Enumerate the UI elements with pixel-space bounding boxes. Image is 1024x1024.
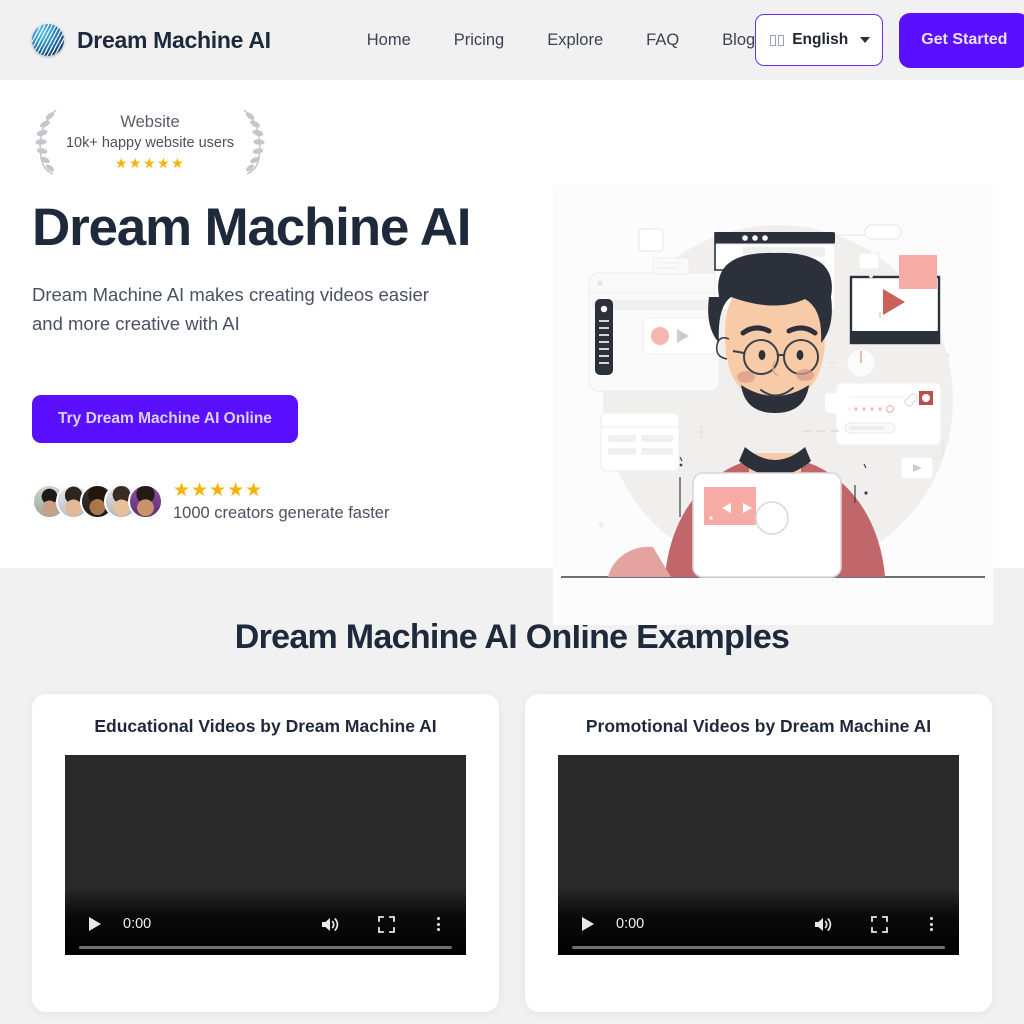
video-time: 0:00: [123, 916, 152, 932]
chevron-down-icon: [860, 37, 871, 43]
video-progress-bar[interactable]: [79, 945, 452, 949]
examples-card-grid: Educational Videos by Dream Machine AI 0…: [32, 694, 992, 1012]
video-player-promotional[interactable]: 0:00: [558, 755, 959, 955]
fullscreen-icon[interactable]: [871, 915, 888, 933]
play-icon[interactable]: [572, 917, 594, 931]
hero-section: Website 10k+ happy website users ★★★★★ D…: [0, 80, 1024, 625]
page-title: Dream Machine AI: [32, 198, 472, 257]
site-header: Dream Machine AI Home Pricing Explore FA…: [0, 0, 1024, 80]
social-proof: ★★★★★ 1000 creators generate faster: [32, 481, 552, 523]
example-card-educational: Educational Videos by Dream Machine AI 0…: [32, 694, 499, 1012]
volume-icon[interactable]: [813, 916, 833, 933]
nav-item-blog[interactable]: Blog: [722, 31, 755, 50]
try-online-button[interactable]: Try Dream Machine AI Online: [32, 394, 298, 443]
nav-item-faq[interactable]: FAQ: [646, 31, 679, 50]
example-card-promotional: Promotional Videos by Dream Machine AI 0…: [525, 694, 992, 1012]
avatar: [128, 484, 163, 520]
award-subtitle: 10k+ happy website users: [65, 135, 235, 152]
card-title: Promotional Videos by Dream Machine AI: [585, 716, 932, 736]
brand-logo[interactable]: Dream Machine AI: [32, 24, 271, 56]
video-controls-right: [320, 915, 452, 933]
video-controls: 0:00: [558, 909, 959, 939]
fullscreen-icon[interactable]: [378, 915, 395, 933]
social-proof-text: ★★★★★ 1000 creators generate faster: [173, 481, 389, 523]
video-progress-bar[interactable]: [572, 945, 945, 949]
video-controls-right: [813, 915, 945, 933]
examples-section: Dream Machine AI Online Examples Educati…: [0, 568, 1024, 1024]
play-icon[interactable]: [79, 917, 101, 931]
avatar-group: [32, 484, 163, 520]
dream-machine-sphere-logo-icon: [32, 24, 64, 56]
laurel-wreath-left-icon: [35, 109, 57, 175]
card-title: Educational Videos by Dream Machine AI: [94, 716, 437, 736]
more-options-icon[interactable]: [926, 915, 937, 933]
header-actions: English Get Started: [755, 12, 1024, 68]
creator-at-laptop-illustration: [553, 185, 993, 625]
more-options-icon[interactable]: [433, 915, 444, 933]
language-selector[interactable]: English: [755, 14, 884, 66]
nav-item-pricing[interactable]: Pricing: [454, 31, 504, 50]
flag-icon: [770, 34, 785, 46]
laurel-wreath-right-icon: [243, 109, 265, 175]
award-title: Website: [120, 112, 180, 131]
social-proof-label: 1000 creators generate faster: [173, 503, 390, 522]
video-controls: 0:00: [65, 909, 466, 939]
hero-content: Website 10k+ happy website users ★★★★★ D…: [32, 80, 552, 568]
language-label: English: [792, 31, 849, 48]
award-badge: Website 10k+ happy website users ★★★★★: [32, 106, 268, 176]
award-text: Website 10k+ happy website users ★★★★★: [66, 112, 234, 170]
hero-subtitle: Dream Machine AI makes creating videos e…: [32, 283, 429, 335]
nav-item-home[interactable]: Home: [367, 31, 411, 50]
video-time: 0:00: [616, 916, 645, 932]
video-player-educational[interactable]: 0:00: [65, 755, 466, 955]
social-proof-stars: ★★★★★: [173, 479, 264, 501]
get-started-button[interactable]: Get Started: [899, 12, 1024, 68]
nav-item-explore[interactable]: Explore: [547, 31, 603, 50]
main-navigation: Home Pricing Explore FAQ Blog: [367, 31, 755, 50]
brand-name: Dream Machine AI: [77, 26, 271, 53]
award-stars: ★★★★★: [114, 155, 186, 172]
volume-icon[interactable]: [320, 916, 340, 933]
